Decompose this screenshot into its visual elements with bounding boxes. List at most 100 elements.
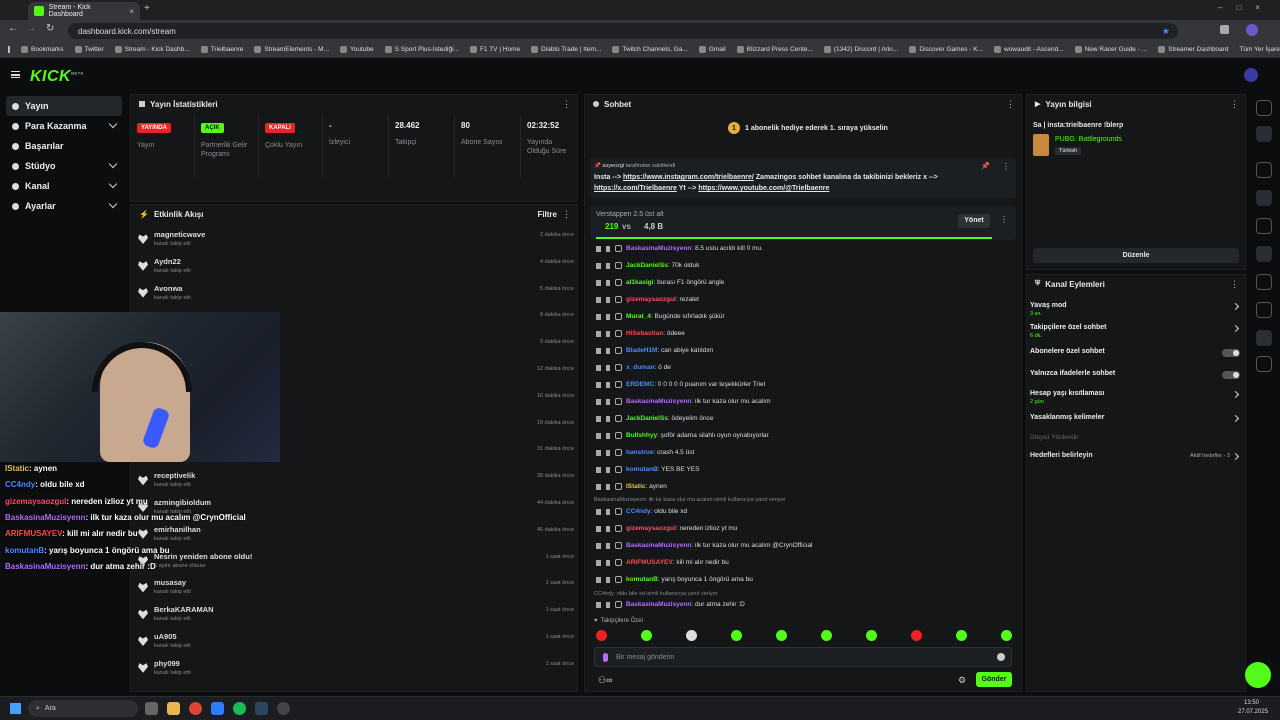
timeout-icon[interactable] [606, 525, 610, 532]
chat-username[interactable]: Murat_4 [626, 313, 651, 320]
bookmark-item[interactable]: Stream - Kick Dashb... [114, 46, 190, 53]
windows-start-icon[interactable] [10, 703, 21, 714]
bookmark-item[interactable]: Youtube [340, 46, 374, 53]
wrench-icon[interactable] [1256, 330, 1272, 346]
chat-username[interactable]: CC4ndy [626, 508, 651, 515]
emote-icon[interactable] [866, 630, 877, 641]
delete-icon[interactable] [596, 542, 601, 549]
tab-close-icon[interactable]: × [129, 7, 134, 16]
chat-message[interactable]: ERDEMC: 0 0 0 0 0 puanım var teşekkürler… [596, 381, 1016, 395]
timeout-icon[interactable] [606, 449, 610, 456]
bookmark-item[interactable]: Discover Games - K... [909, 46, 983, 53]
address-bar[interactable]: dashboard.kick.com/stream ★ [68, 23, 1178, 39]
chat-message[interactable]: x_duman: ö de [596, 364, 1016, 378]
chat-message[interactable]: Bullshhyy: şoför adama silahlı oyun oyna… [596, 432, 1016, 446]
chat-username[interactable]: ERDEMC [626, 381, 654, 388]
chat-message[interactable]: komutanB: yarış boyunca 1 öngörü ama bu [596, 576, 1016, 590]
chat-username[interactable]: JackDanielSs [626, 415, 668, 422]
timeout-icon[interactable] [606, 313, 610, 320]
delete-icon[interactable] [596, 576, 601, 583]
chat-username[interactable]: komutanB [626, 576, 658, 583]
timeout-icon[interactable] [606, 508, 610, 515]
emote-icon[interactable] [596, 630, 607, 641]
reload-icon[interactable]: ↻ [46, 23, 54, 34]
chat-message[interactable]: JackDanielSs: ödeyelim önce [596, 415, 1016, 429]
send-button[interactable]: Gönder [976, 672, 1012, 687]
delete-icon[interactable] [596, 559, 601, 566]
edit-icon[interactable] [1256, 126, 1272, 142]
channel-action-row[interactable]: Yasaklanmış kelimeler [1028, 412, 1244, 432]
chat-username[interactable]: gizemaysaozgul [626, 525, 676, 532]
chat-bubble-icon[interactable] [1256, 246, 1272, 262]
chat-username[interactable]: BaskasinaMuzisyenn [626, 542, 691, 549]
delete-icon[interactable] [596, 245, 601, 252]
chat-username[interactable]: BladeH1M [626, 347, 657, 354]
stats-menu-icon[interactable]: ⋮ [562, 99, 571, 110]
timeout-icon[interactable] [606, 542, 610, 549]
chat-message[interactable]: CC4ndy: oldu bile xd [596, 508, 1016, 522]
delete-icon[interactable] [596, 432, 601, 439]
channel-action-row[interactable]: Abonelere özel sohbet [1028, 346, 1244, 366]
delete-icon[interactable] [596, 381, 601, 388]
info-icon[interactable] [1256, 100, 1272, 116]
timeout-icon[interactable] [606, 398, 610, 405]
chat-username[interactable]: JackDanielSs [626, 262, 668, 269]
extensions-icon[interactable] [1220, 25, 1229, 34]
chat-username[interactable]: hanstrue [626, 449, 653, 456]
delete-icon[interactable] [596, 364, 601, 371]
channel-action-row[interactable]: Yavaş mod 3 sn. [1028, 300, 1244, 320]
taskbar-explorer-icon[interactable] [167, 702, 180, 715]
channel-actions-menu-icon[interactable]: ⋮ [1230, 279, 1239, 290]
delete-icon[interactable] [596, 483, 601, 490]
emoji-icon[interactable] [997, 653, 1005, 661]
prediction-manage-button[interactable]: Yönet [958, 214, 990, 228]
sidebar-item-5[interactable]: Ayarlar [6, 196, 122, 216]
bookmark-item[interactable]: Trielbaenre [200, 46, 243, 53]
timeout-icon[interactable] [606, 415, 610, 422]
prediction-menu-icon[interactable]: ⋮ [1000, 215, 1008, 224]
chat-message[interactable]: gizemaysaozgul: nereden izlioz yt mu [596, 525, 1016, 539]
chat-username[interactable]: gizemaysaozgul [626, 296, 676, 303]
stream-info-menu-icon[interactable]: ⋮ [1230, 99, 1239, 110]
channel-action-row[interactable]: Yalnızca ifadelerle sohbet [1028, 368, 1244, 388]
chat-username[interactable]: BaskasinaMuzisyenn [626, 398, 691, 405]
back-icon[interactable]: ← [8, 23, 18, 34]
timeout-icon[interactable] [606, 483, 610, 490]
pinned-link-youtube[interactable]: https://www.youtube.com/@Trielbaenre [698, 185, 829, 192]
chat-username[interactable]: ARIFMUSAYEV [626, 559, 673, 566]
timeout-icon[interactable] [606, 279, 610, 286]
emote-icon[interactable] [731, 630, 742, 641]
clipboard-icon[interactable] [1256, 218, 1272, 234]
chat-message[interactable]: BaskasinaMuzisyenn: 8.5 ustu acıldı kill… [596, 245, 1016, 259]
bookmark-item[interactable]: (1342) Discord | Arkı... [823, 46, 898, 53]
bookmark-item[interactable]: New Racer Guide - ... [1074, 46, 1147, 53]
emote-icon[interactable] [686, 630, 697, 641]
timeout-icon[interactable] [606, 296, 610, 303]
pinned-menu-icon[interactable]: ⋮ [1002, 161, 1010, 172]
bookmark-item[interactable]: Bookmarks [21, 46, 64, 53]
chat-menu-icon[interactable]: ⋮ [1006, 99, 1015, 110]
emote-icon[interactable] [956, 630, 967, 641]
chat-username[interactable]: Bullshhyy [626, 432, 657, 439]
sidebar-item-1[interactable]: Para Kazanma [6, 116, 122, 136]
taskbar-obs-icon[interactable] [277, 702, 290, 715]
taskbar-search[interactable]: ⌕ Ara [28, 700, 138, 717]
delete-icon[interactable] [596, 313, 601, 320]
chat-message[interactable]: HiSebastian: ödeee [596, 330, 1016, 344]
delete-icon[interactable] [596, 398, 601, 405]
emote-icon[interactable] [776, 630, 787, 641]
delete-icon[interactable] [596, 330, 601, 337]
share-icon[interactable] [1256, 356, 1272, 372]
apps-icon[interactable] [8, 46, 10, 53]
delete-icon[interactable] [596, 347, 601, 354]
chat-message[interactable]: ARIFMUSAYEV: kill mi alır nedir bu [596, 559, 1016, 573]
timeout-icon[interactable] [606, 347, 610, 354]
taskbar-chrome-icon[interactable] [189, 702, 202, 715]
chat-settings-icon[interactable]: ⚙ [958, 675, 966, 686]
chat-message[interactable]: BaskasinaMuzisyenn: dur atma zehir :D [596, 601, 1016, 615]
sidebar-item-2[interactable]: Başarılar [6, 136, 122, 156]
unpin-icon[interactable]: 📌 [981, 161, 990, 172]
timeout-icon[interactable] [606, 576, 610, 583]
delete-icon[interactable] [596, 466, 601, 473]
feed-menu-icon[interactable]: ⋮ [562, 209, 571, 220]
